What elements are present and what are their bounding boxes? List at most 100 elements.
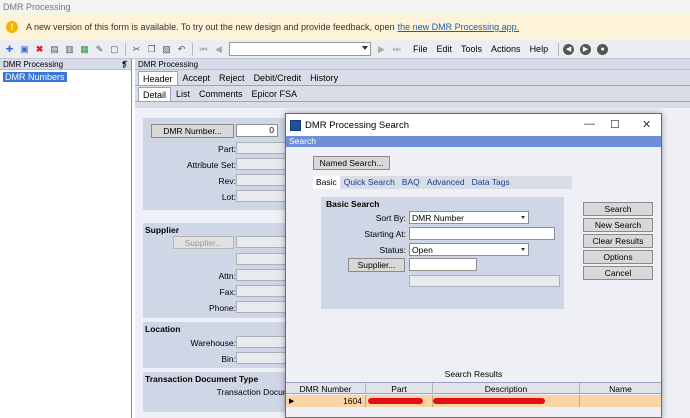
supplier-name-display [409,275,560,287]
tab-quick-search[interactable]: Quick Search [341,176,398,189]
tab-accept[interactable]: Accept [179,71,215,85]
sort-by-select[interactable]: DMR Number [409,211,529,224]
tree-item-dmr-numbers[interactable]: DMR Numbers [3,72,67,82]
copy-icon[interactable]: ❐ [145,43,158,56]
new-icon[interactable]: ✚ [3,43,16,56]
column-part[interactable]: Part [366,383,433,394]
home-icon[interactable]: ● [597,43,609,55]
tab-header[interactable]: Header [138,71,178,85]
lot-row: Lot: [143,190,288,203]
supplier-search-button[interactable]: Supplier... [348,258,405,272]
attn-label: Attn: [218,271,236,281]
lot-label: Lot: [221,192,236,202]
column-name[interactable]: Name [580,383,661,394]
starting-at-input[interactable] [409,227,555,240]
row-selector-icon: ▶ [289,398,295,405]
menu-actions[interactable]: Actions [491,44,521,54]
tab-list[interactable]: List [172,87,194,101]
toolbar-separator [558,42,560,56]
tab-advanced[interactable]: Advanced [424,176,468,189]
cut-icon[interactable]: ✂ [130,43,143,56]
phone-field [236,301,288,313]
tab-reject[interactable]: Reject [215,71,249,85]
part-label: Part: [218,144,236,154]
menu-edit[interactable]: Edit [437,44,453,54]
tab-history[interactable]: History [306,71,342,85]
lot-field [236,190,288,202]
status-value: Open [412,245,433,255]
detail-pane-header: DMR Processing [135,59,690,70]
minimize-icon[interactable]: — [584,118,595,130]
chevron-down-icon [521,248,525,251]
rev-field [236,174,288,186]
clear-results-button[interactable]: Clear Results [583,234,653,248]
save-icon[interactable]: ▣ [18,43,31,56]
status-select[interactable]: Open [409,243,529,256]
location-group: Location Warehouse: Bin: [143,322,288,368]
tab-comments[interactable]: Comments [195,87,247,101]
dmr-number-button[interactable]: DMR Number... [151,124,234,138]
first-record-icon[interactable]: ⏮ [197,43,210,56]
record-selector[interactable] [229,42,371,56]
tab-detail[interactable]: Detail [138,87,172,101]
table-row[interactable]: ▶ 1604 [286,395,661,407]
last-record-icon[interactable]: ⏭ [390,43,403,56]
tab-baq[interactable]: BAQ [399,176,423,189]
clear-icon[interactable]: ✎ [93,43,106,56]
column-dmr-number[interactable]: DMR Number [286,383,366,394]
next-record-icon[interactable]: ▶ [375,43,388,56]
search-button[interactable]: Search [583,202,653,216]
attn-field [236,269,288,281]
back-icon[interactable]: ◀ [563,43,575,55]
starting-at-row: Starting At: [321,227,564,240]
status-row: Status: Open [321,243,564,256]
refresh-icon[interactable]: ▢ [108,43,121,56]
basic-search-title: Basic Search [326,199,380,209]
cancel-button[interactable]: Cancel [583,266,653,280]
tab-data-tags[interactable]: Data Tags [469,176,513,189]
fax-label: Fax: [219,287,236,297]
forward-icon[interactable]: ▶ [580,43,592,55]
excel-icon[interactable]: ▦ [78,43,91,56]
attachment-icon[interactable]: ▥ [63,43,76,56]
close-icon[interactable]: ✕ [642,118,651,131]
maximize-icon[interactable]: ☐ [610,118,620,131]
cell-part [366,395,433,407]
supplier-button[interactable]: Supplier... [173,236,234,249]
options-button[interactable]: Options [583,250,653,264]
delete-icon[interactable]: ✖ [33,43,46,56]
transaction-group: Transaction Document Type Transaction Do… [143,372,290,412]
tab-debit-credit[interactable]: Debit/Credit [250,71,306,85]
menu-file[interactable]: File [413,44,428,54]
fax-row: Fax: [143,285,288,298]
sort-by-row: Sort By: DMR Number [321,211,564,224]
tab-basic[interactable]: Basic [313,176,340,189]
paste-icon[interactable]: ▧ [160,43,173,56]
new-search-button[interactable]: New Search [583,218,653,232]
new-app-link[interactable]: the new DMR Processing app. [398,22,520,32]
part-field [236,142,288,154]
supplier-id-field [236,236,288,248]
column-description[interactable]: Description [433,383,580,394]
transaction-label: Transaction Docum [216,387,290,397]
transaction-row: Transaction Docum [143,385,290,398]
warehouse-field [236,336,288,348]
dmr-number-input[interactable]: 0 [236,124,278,137]
supplier-id-input[interactable] [409,258,477,271]
undo-icon[interactable]: ↶ [175,43,188,56]
tree-pane-header: DMR Processing ❡ [0,59,131,70]
dialog-caption: Search [286,136,661,147]
toolbar: ✚ ▣ ✖ ▤ ▥ ▦ ✎ ▢ ✂ ❐ ▧ ↶ ⏮ ◀ ▶ ⏭ File Edi… [0,40,690,59]
print-icon[interactable]: ▤ [48,43,61,56]
named-search-button[interactable]: Named Search... [313,156,390,170]
cell-description [433,395,580,407]
phone-row: Phone: [143,301,288,314]
previous-record-icon[interactable]: ◀ [212,43,225,56]
results-grid-header: DMR Number Part Description Name [286,382,661,394]
pin-icon[interactable]: ❡ [121,60,128,69]
menu-tools[interactable]: Tools [461,44,482,54]
warehouse-label: Warehouse: [190,338,236,348]
tab-epicor-fsa[interactable]: Epicor FSA [248,87,302,101]
new-version-banner: ! A new version of this form is availabl… [0,14,690,40]
menu-help[interactable]: Help [530,44,549,54]
